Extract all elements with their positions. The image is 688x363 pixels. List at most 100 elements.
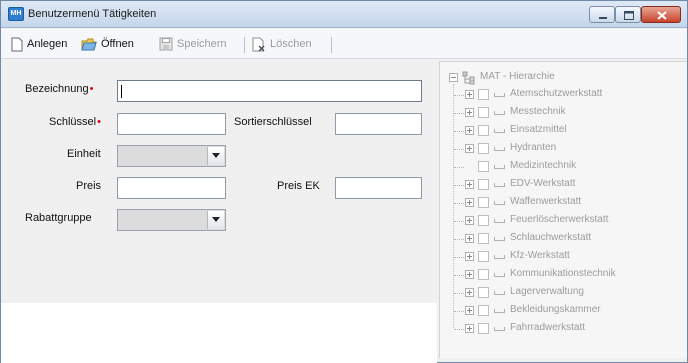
tree-item-checkbox[interactable]	[478, 287, 489, 298]
tree-node-icon	[494, 201, 505, 205]
tree-item[interactable]: Schlauchwerkstatt	[440, 231, 688, 247]
tree-connector	[454, 275, 464, 276]
tree-item[interactable]: Fahrradwerkstatt	[440, 321, 688, 337]
tree-connector	[454, 239, 464, 240]
tree-connector	[454, 149, 464, 150]
app-icon: MH	[8, 7, 24, 21]
expand-icon[interactable]	[465, 252, 474, 261]
rabattgruppe-label: Rabattgruppe	[25, 212, 92, 224]
expand-icon[interactable]	[465, 216, 474, 225]
collapse-icon[interactable]	[449, 73, 458, 82]
maximize-icon	[624, 11, 634, 20]
preis-field[interactable]	[117, 177, 226, 199]
expand-icon[interactable]	[465, 288, 474, 297]
sortierschluessel-label: Sortierschlüssel	[234, 116, 312, 128]
new-document-icon	[11, 37, 23, 51]
tree-item-checkbox[interactable]	[478, 161, 489, 172]
tree-item[interactable]: Lagerverwaltung	[440, 285, 688, 301]
schluessel-label-text: Schlüssel	[49, 116, 97, 128]
tree-item-checkbox[interactable]	[478, 215, 489, 226]
expand-icon[interactable]	[465, 234, 474, 243]
tree-item[interactable]: Waffenwerkstatt	[440, 195, 688, 211]
rabattgruppe-select[interactable]	[117, 209, 226, 231]
new-button[interactable]: Anlegen	[11, 35, 67, 53]
tree-node-icon	[494, 309, 505, 313]
tree-item-checkbox[interactable]	[478, 233, 489, 244]
tree-item-label: Kommunikationstechnik	[510, 268, 616, 279]
tree-item[interactable]: Kfz-Werkstatt	[440, 249, 688, 265]
tree-item-checkbox[interactable]	[478, 269, 489, 280]
tree-node-icon	[494, 111, 505, 115]
expand-icon[interactable]	[465, 306, 474, 315]
tree-connector	[454, 113, 464, 114]
tree-item-label: Messtechnik	[510, 106, 566, 117]
tree-item-checkbox[interactable]	[478, 125, 489, 136]
hierarchy-icon	[462, 71, 475, 85]
tree-item[interactable]: Bekleidungskammer	[440, 303, 688, 319]
einheit-dropdown-button[interactable]	[207, 147, 224, 165]
tree-item[interactable]: Feuerlöscherwerkstatt	[440, 213, 688, 229]
details-area	[1, 303, 437, 363]
maximize-button[interactable]	[615, 6, 641, 23]
tree-item-checkbox[interactable]	[478, 143, 489, 154]
expand-icon[interactable]	[465, 324, 474, 333]
tree-item-checkbox[interactable]	[478, 179, 489, 190]
expand-icon[interactable]	[465, 108, 474, 117]
sortierschluessel-field[interactable]	[335, 113, 422, 135]
new-button-label: Anlegen	[27, 38, 68, 50]
close-button[interactable]	[641, 6, 681, 23]
hierarchy-tree[interactable]: MAT - Hierarchie Atemschutzwerkstatt Mess…	[439, 61, 687, 358]
expand-icon[interactable]	[465, 90, 474, 99]
toolbar-separator	[331, 37, 332, 53]
minimize-button[interactable]	[589, 6, 615, 23]
required-marker: •	[97, 116, 101, 128]
close-icon	[657, 11, 667, 20]
tree-item[interactable]: Messtechnik	[440, 105, 688, 121]
preis-ek-field[interactable]	[335, 177, 422, 199]
expand-icon[interactable]	[465, 198, 474, 207]
expand-icon[interactable]	[465, 270, 474, 279]
tree-item-checkbox[interactable]	[478, 251, 489, 262]
tree-item-checkbox[interactable]	[478, 197, 489, 208]
einheit-select[interactable]	[117, 145, 226, 167]
rabattgruppe-dropdown-button[interactable]	[207, 211, 224, 229]
title-bar[interactable]: MH Benutzermenü Tätigkeiten	[1, 1, 687, 28]
tree-item-checkbox[interactable]	[478, 323, 489, 334]
tree-item-label: Kfz-Werkstatt	[510, 250, 570, 261]
tree-item-label: Schlauchwerkstatt	[510, 232, 592, 243]
tree-item[interactable]: Medizintechnik	[440, 159, 688, 175]
tree-item-label: Atemschutzwerkstatt	[510, 88, 603, 99]
tree-root[interactable]: MAT - Hierarchie	[440, 70, 688, 86]
tree-item[interactable]: Atemschutzwerkstatt	[440, 87, 688, 103]
window-title: Benutzermenü Tätigkeiten	[28, 8, 157, 20]
tree-connector	[454, 329, 464, 330]
required-marker: •	[89, 83, 94, 95]
tree-item[interactable]: Hydranten	[440, 141, 688, 157]
tree-item[interactable]: EDV-Werkstatt	[440, 177, 688, 193]
tree-item-checkbox[interactable]	[478, 107, 489, 118]
bezeichnung-label-text: Bezeichnung	[25, 83, 89, 95]
schluessel-field[interactable]	[117, 113, 226, 135]
tree-item-label: Feuerlöscherwerkstatt	[510, 214, 609, 225]
delete-button[interactable]: Löschen	[252, 35, 312, 53]
tree-item-label: Bekleidungskammer	[510, 304, 601, 315]
tree-item-checkbox[interactable]	[478, 89, 489, 100]
tree-item-label: Hydranten	[510, 142, 557, 153]
open-button[interactable]: Öffnen	[81, 35, 134, 53]
save-button[interactable]: Speichern	[159, 35, 227, 53]
toolbar-separator	[244, 37, 245, 53]
tree-item-label: EDV-Werkstatt	[510, 178, 576, 189]
tree-node-icon	[494, 147, 505, 151]
expand-icon[interactable]	[465, 126, 474, 135]
tree-item-checkbox[interactable]	[478, 305, 489, 316]
bezeichnung-field[interactable]	[117, 80, 422, 102]
tree-node-icon	[494, 183, 505, 187]
tree-item-label: Lagerverwaltung	[510, 286, 584, 297]
tree-item[interactable]: Einsatzmittel	[440, 123, 688, 139]
tree-node-icon	[494, 237, 505, 241]
expand-icon[interactable]	[465, 144, 474, 153]
save-disk-icon	[159, 37, 173, 51]
application-window: MH Benutzermenü Tätigkeiten Anlegen Öffn…	[0, 0, 688, 363]
tree-item[interactable]: Kommunikationstechnik	[440, 267, 688, 283]
expand-icon[interactable]	[465, 180, 474, 189]
